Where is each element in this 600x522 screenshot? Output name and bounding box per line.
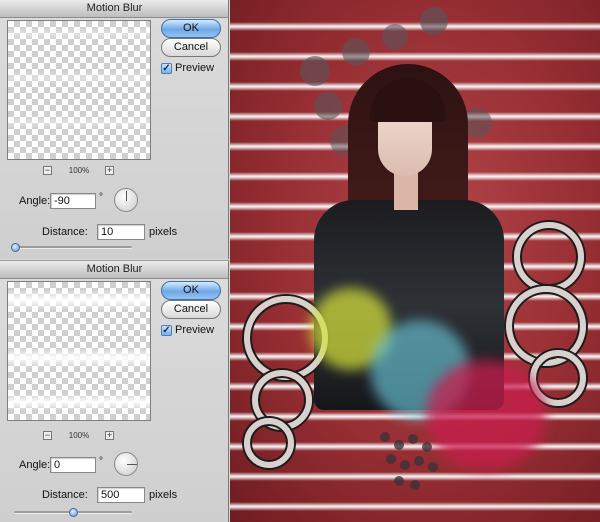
zoom-in-button[interactable]: + (105, 166, 114, 175)
gray-bubble (300, 56, 330, 86)
distance-input[interactable]: 10 (97, 224, 145, 240)
angle-label: Angle: (19, 195, 51, 207)
distance-unit: pixels (149, 489, 178, 501)
filter-preview[interactable] (7, 281, 151, 421)
distance-label: Distance: (42, 489, 88, 501)
gray-bubble (314, 92, 342, 120)
check-icon[interactable]: ✓ (161, 325, 172, 336)
distance-label: Distance: (42, 226, 88, 238)
dialog-title: Motion Blur (0, 261, 228, 279)
zoom-controls: − 100% + (7, 431, 151, 443)
zoom-level: 100% (68, 431, 90, 440)
preview-label: Preview (175, 62, 215, 74)
zoom-in-button[interactable]: + (105, 431, 114, 440)
degree-symbol: ° (99, 456, 103, 467)
ok-button[interactable]: OK (161, 281, 221, 300)
distance-slider[interactable] (14, 246, 132, 249)
gray-bubble (420, 7, 448, 35)
document-canvas[interactable] (230, 0, 600, 522)
zoom-level: 100% (68, 166, 90, 175)
filter-preview[interactable] (7, 20, 151, 160)
magenta-glow (426, 360, 546, 470)
cancel-button[interactable]: Cancel (161, 300, 221, 319)
angle-input[interactable]: 0 (50, 457, 96, 473)
distance-input[interactable]: 500 (97, 487, 145, 503)
model-neck (394, 170, 418, 210)
distance-slider-thumb[interactable] (11, 243, 21, 252)
gray-bubble (382, 24, 408, 50)
ornament-scroll (244, 418, 294, 468)
angle-dial-icon[interactable] (114, 452, 138, 476)
motion-blur-dialog-2: Motion Blur − 100% + OK Cancel ✓ Preview… (0, 260, 229, 522)
light-stripe (230, 52, 600, 61)
gray-bubble (342, 38, 370, 66)
angle-input[interactable]: -90 (50, 193, 96, 209)
motion-blur-dialog-1: Motion Blur − 100% + OK Cancel ✓ Preview… (0, 0, 229, 259)
ok-button[interactable]: OK (161, 19, 221, 38)
light-stripe (230, 502, 600, 511)
preview-label: Preview (175, 324, 215, 336)
degree-symbol: ° (99, 192, 103, 203)
distance-unit: pixels (149, 226, 178, 238)
angle-dial-icon[interactable] (114, 188, 138, 212)
ornament-scroll (514, 222, 584, 292)
distance-slider-thumb[interactable] (69, 508, 78, 517)
zoom-controls: − 100% + (7, 166, 151, 178)
dialog-title: Motion Blur (0, 0, 228, 18)
cancel-button[interactable]: Cancel (161, 38, 221, 57)
check-icon[interactable]: ✓ (161, 63, 172, 74)
light-stripe (230, 22, 600, 31)
angle-label: Angle: (19, 459, 51, 471)
